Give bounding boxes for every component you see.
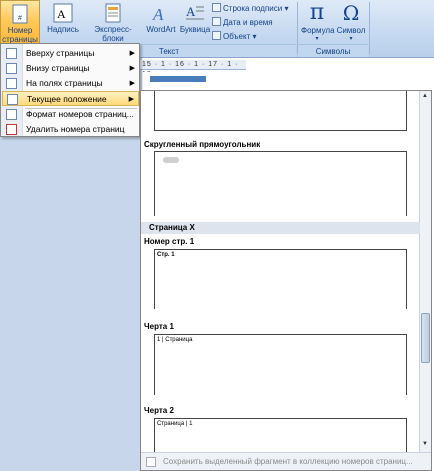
object-icon bbox=[212, 31, 221, 40]
rounded-rect-preview bbox=[163, 157, 179, 163]
pi-icon: π bbox=[309, 0, 325, 25]
page-number-icon: # bbox=[12, 4, 28, 24]
save-gallery-icon bbox=[146, 457, 156, 467]
dropcap-label: Буквица bbox=[179, 25, 211, 34]
page-number-label: Номер страницы bbox=[2, 26, 38, 44]
menu-item-current-position[interactable]: Текущее положение ▶ bbox=[2, 91, 139, 106]
textbox-icon: A bbox=[53, 3, 73, 23]
gallery-item-line-2[interactable]: Страница | 1 bbox=[154, 418, 407, 452]
express-blocks-button[interactable]: Экспресс-блоки bbox=[84, 0, 142, 43]
gallery-scrollbar[interactable]: ▲ ▼ bbox=[419, 91, 431, 453]
page-top-icon bbox=[6, 48, 17, 59]
signature-icon bbox=[212, 3, 221, 12]
menu-item-bottom[interactable]: Внизу страницы ▶ bbox=[2, 61, 139, 76]
dropcap-icon: A bbox=[186, 4, 204, 20]
format-numbers-icon bbox=[6, 109, 17, 120]
page-number-button[interactable]: # Номер страницы bbox=[0, 0, 40, 44]
datetime-button[interactable]: Дата и время bbox=[212, 16, 273, 29]
group-separator bbox=[369, 2, 370, 54]
textbox-label: Надпись bbox=[47, 25, 79, 34]
wordart-label: WordArt bbox=[146, 25, 176, 34]
symbol-label: Символ bbox=[336, 26, 366, 35]
chevron-right-icon: ▶ bbox=[129, 50, 135, 57]
scrollbar-thumb[interactable] bbox=[421, 313, 430, 363]
gallery-item-partial[interactable] bbox=[154, 91, 407, 131]
save-selection-button[interactable]: Сохранить выделенный фрагмент в коллекци… bbox=[141, 452, 431, 470]
textbox-button[interactable]: A Надпись bbox=[46, 0, 80, 34]
group-symbols-label: Символы bbox=[298, 44, 368, 57]
page-number-menu: Вверху страницы ▶ Внизу страницы ▶ На по… bbox=[0, 43, 140, 137]
express-blocks-icon bbox=[105, 3, 121, 23]
svg-text:A: A bbox=[186, 4, 196, 19]
line-1-preview: 1 | Страница bbox=[157, 337, 193, 343]
svg-text:#: # bbox=[18, 15, 22, 22]
ruler: 15 · 1 · 16 · 1 · 17 · 1 · 18 bbox=[138, 60, 246, 78]
calendar-icon bbox=[212, 17, 221, 26]
menu-item-remove[interactable]: Удалить номера страниц bbox=[2, 122, 139, 137]
scroll-down-icon[interactable]: ▼ bbox=[422, 441, 428, 447]
menu-item-margins[interactable]: На полях страницы ▶ bbox=[2, 76, 139, 91]
gallery-item-line-1[interactable]: 1 | Страница bbox=[154, 334, 407, 395]
svg-text:A: A bbox=[57, 7, 66, 21]
chevron-right-icon: ▶ bbox=[129, 65, 135, 72]
menu-item-format[interactable]: Формат номеров страниц... bbox=[2, 107, 139, 122]
svg-text:A: A bbox=[152, 5, 164, 24]
item-title-line-1: Черта 1 bbox=[144, 322, 174, 331]
item-title-line-2: Черта 2 bbox=[144, 406, 174, 415]
wordart-icon: A bbox=[152, 5, 164, 24]
formula-button[interactable]: π Формула ▾ bbox=[301, 0, 335, 44]
express-blocks-label: Экспресс-блоки bbox=[94, 25, 132, 43]
chevron-right-icon: ▶ bbox=[128, 96, 134, 103]
item-title-rounded-rect: Скругленный прямоугольник bbox=[144, 140, 261, 149]
page-bottom-icon bbox=[6, 63, 17, 74]
chevron-down-icon: ▾ bbox=[315, 36, 319, 42]
gallery-item-rounded-rect[interactable] bbox=[154, 151, 407, 216]
menu-item-top[interactable]: Вверху страницы ▶ bbox=[2, 46, 139, 61]
formula-label: Формула bbox=[301, 26, 335, 35]
chevron-right-icon: ▶ bbox=[129, 80, 135, 87]
page-margins-icon bbox=[6, 78, 17, 89]
current-position-icon bbox=[7, 94, 18, 105]
wordart-button[interactable]: A WordArt bbox=[146, 0, 176, 34]
current-position-gallery: ▲ ▼ Скругленный прямоугольник Страница X… bbox=[140, 90, 432, 471]
signature-line-button[interactable]: Строка подписи ▾ bbox=[212, 2, 288, 15]
object-button[interactable]: Объект ▾ bbox=[212, 30, 257, 43]
dropcap-button[interactable]: A Буквица bbox=[179, 0, 211, 34]
gallery-item-page-number[interactable]: Стр. 1 bbox=[154, 249, 407, 309]
document-highlight bbox=[150, 76, 206, 82]
scroll-up-icon[interactable]: ▲ bbox=[422, 93, 428, 99]
delete-numbers-icon bbox=[6, 124, 17, 135]
line-2-preview: Страница | 1 bbox=[157, 421, 193, 427]
symbol-button[interactable]: Ω Символ ▾ bbox=[336, 0, 366, 44]
section-page-x: Страница X bbox=[141, 222, 420, 234]
chevron-down-icon: ▾ bbox=[349, 36, 353, 42]
omega-icon: Ω bbox=[342, 1, 360, 25]
page-number-preview: Стр. 1 bbox=[157, 252, 175, 258]
item-title-page-number: Номер стр. 1 bbox=[144, 237, 195, 246]
